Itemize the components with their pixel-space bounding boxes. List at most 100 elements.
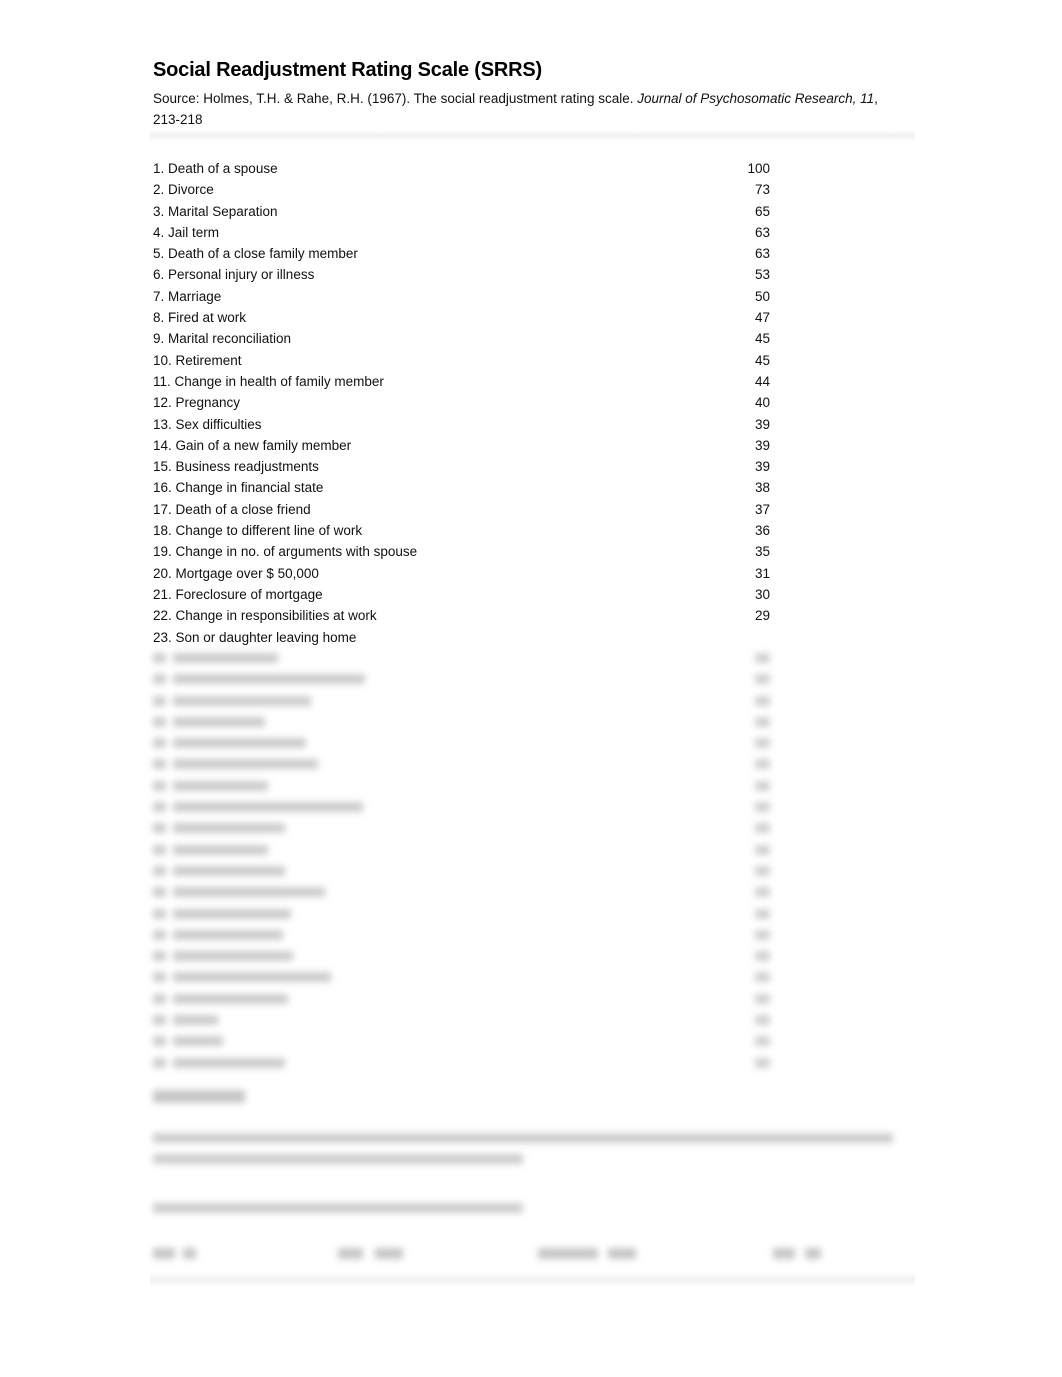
scale-row: 7. Marriage 50 — [153, 286, 778, 307]
scale-row-label: 22. Change in responsibilities at work — [153, 608, 377, 624]
obscured-scale-row — [153, 840, 778, 861]
obscured-row-score — [755, 1015, 770, 1026]
scale-row-label: 10. Retirement — [153, 352, 242, 368]
obscured-row-score — [755, 823, 770, 834]
scale-row-score: 37 — [754, 501, 770, 517]
scale-row-score: 40 — [754, 395, 770, 411]
obscured-scale-row — [153, 1010, 778, 1031]
scale-row-label: 23. Son or daughter leaving home — [153, 629, 357, 645]
scale-row: 13. Sex difficulties 39 — [153, 414, 778, 435]
obscured-row-label — [173, 951, 293, 962]
obscured-row-score — [755, 908, 770, 919]
obscured-column-block — [375, 1248, 403, 1259]
scale-row-score: 44 — [754, 373, 770, 389]
obscured-row-score — [755, 865, 770, 876]
obscured-row-label — [173, 1036, 223, 1047]
obscured-row-score — [755, 802, 770, 813]
obscured-row-score — [755, 929, 770, 940]
obscured-row-number — [153, 759, 166, 770]
obscured-row-number — [153, 738, 166, 749]
obscured-row-number — [153, 951, 166, 962]
obscured-row-label — [173, 993, 288, 1004]
scale-row-label: 13. Sex difficulties — [153, 416, 262, 432]
obscured-row-number — [153, 972, 166, 983]
scale-row: 12. Pregnancy 40 — [153, 392, 778, 413]
obscured-column-block — [153, 1248, 175, 1259]
obscured-row-label — [173, 738, 306, 749]
scale-row-score: 50 — [754, 288, 770, 304]
obscured-scale-row — [153, 1031, 778, 1052]
obscured-row-number — [153, 865, 166, 876]
scale-row-label: 2. Divorce — [153, 182, 214, 198]
obscured-column-block — [773, 1248, 795, 1259]
source-prefix: Source: Holmes, T.H. & Rahe, R.H. (1967)… — [153, 91, 634, 106]
source-journal: Journal of Psychosomatic Research, 11 — [637, 91, 875, 106]
scale-row-label: 8. Fired at work — [153, 310, 247, 326]
obscured-row-number — [153, 929, 166, 940]
obscured-scale-row — [153, 861, 778, 882]
obscured-row-score — [755, 844, 770, 855]
obscured-row-label — [173, 695, 311, 706]
obscured-column-block — [538, 1248, 598, 1259]
scan-band-top — [150, 130, 915, 142]
obscured-row-number — [153, 780, 166, 791]
scale-row-label: 15. Business readjustments — [153, 459, 319, 475]
obscured-row-score — [755, 1036, 770, 1047]
obscured-scoring-heading — [153, 1090, 245, 1103]
obscured-scale-row — [153, 669, 778, 690]
scale-row: 22. Change in responsibilities at work 29 — [153, 605, 778, 626]
scale-row: 6. Personal injury or illness 53 — [153, 264, 778, 285]
obscured-column-block — [608, 1248, 636, 1259]
obscured-column-block — [338, 1248, 363, 1259]
obscured-row-score — [755, 951, 770, 962]
document-page: Social Readjustment Rating Scale (SRRS) … — [0, 0, 1062, 1377]
obscured-row-number — [153, 802, 166, 813]
obscured-scale-row — [153, 733, 778, 754]
obscured-row-label — [173, 653, 278, 663]
obscured-row-label — [173, 716, 265, 727]
obscured-row-score — [755, 695, 770, 706]
scale-row: 19. Change in no. of arguments with spou… — [153, 541, 778, 562]
obscured-row-score — [755, 972, 770, 983]
obscured-row-number — [153, 823, 166, 834]
scale-row-label: 5. Death of a close family member — [153, 246, 358, 262]
scale-row: 4. Jail term 63 — [153, 222, 778, 243]
obscured-row-label — [173, 759, 318, 770]
obscured-scale-row — [153, 882, 778, 903]
obscured-row-label — [173, 674, 365, 685]
obscured-scale-row — [153, 648, 778, 669]
obscured-row-label — [173, 802, 363, 813]
scale-row-score: 45 — [754, 331, 770, 347]
scale-row-label: 16. Change in financial state — [153, 480, 324, 496]
obscured-row-number — [153, 1015, 166, 1026]
scale-row-label: 6. Personal injury or illness — [153, 267, 315, 283]
obscured-row-score — [755, 887, 770, 898]
scale-row: 11. Change in health of family member 44 — [153, 371, 778, 392]
obscured-row-number — [153, 1057, 166, 1068]
scale-row-label: 3. Marital Separation — [153, 203, 278, 219]
scale-row: 10. Retirement 45 — [153, 350, 778, 371]
obscured-row-number — [153, 695, 166, 706]
obscured-row-number — [153, 674, 166, 685]
obscured-row-number — [153, 993, 166, 1004]
obscured-score-ranges-row — [153, 1248, 893, 1260]
obscured-scale-row — [153, 967, 778, 988]
scale-row-score: 36 — [754, 523, 770, 539]
obscured-column-block — [183, 1248, 196, 1259]
obscured-row-score — [755, 780, 770, 791]
obscured-scale-row — [153, 989, 778, 1010]
obscured-row-label — [173, 1057, 285, 1068]
scale-row: 23. Son or daughter leaving home — [153, 627, 778, 648]
obscured-row-label — [173, 844, 268, 855]
scale-row-label: 18. Change to different line of work — [153, 523, 363, 539]
scale-row-label: 14. Gain of a new family member — [153, 437, 352, 453]
scale-row-label: 21. Foreclosure of mortgage — [153, 586, 323, 602]
scan-band-bottom — [150, 1272, 915, 1288]
obscured-row-number — [153, 908, 166, 919]
scale-row-score: 53 — [754, 267, 770, 283]
scale-row: 18. Change to different line of work 36 — [153, 520, 778, 541]
obscured-row-label — [173, 1015, 218, 1026]
scale-row-score: 63 — [754, 246, 770, 262]
scale-row: 2. Divorce 73 — [153, 179, 778, 200]
obscured-region-note: Content below item 23 is blurred in the … — [0, 0, 1, 1]
